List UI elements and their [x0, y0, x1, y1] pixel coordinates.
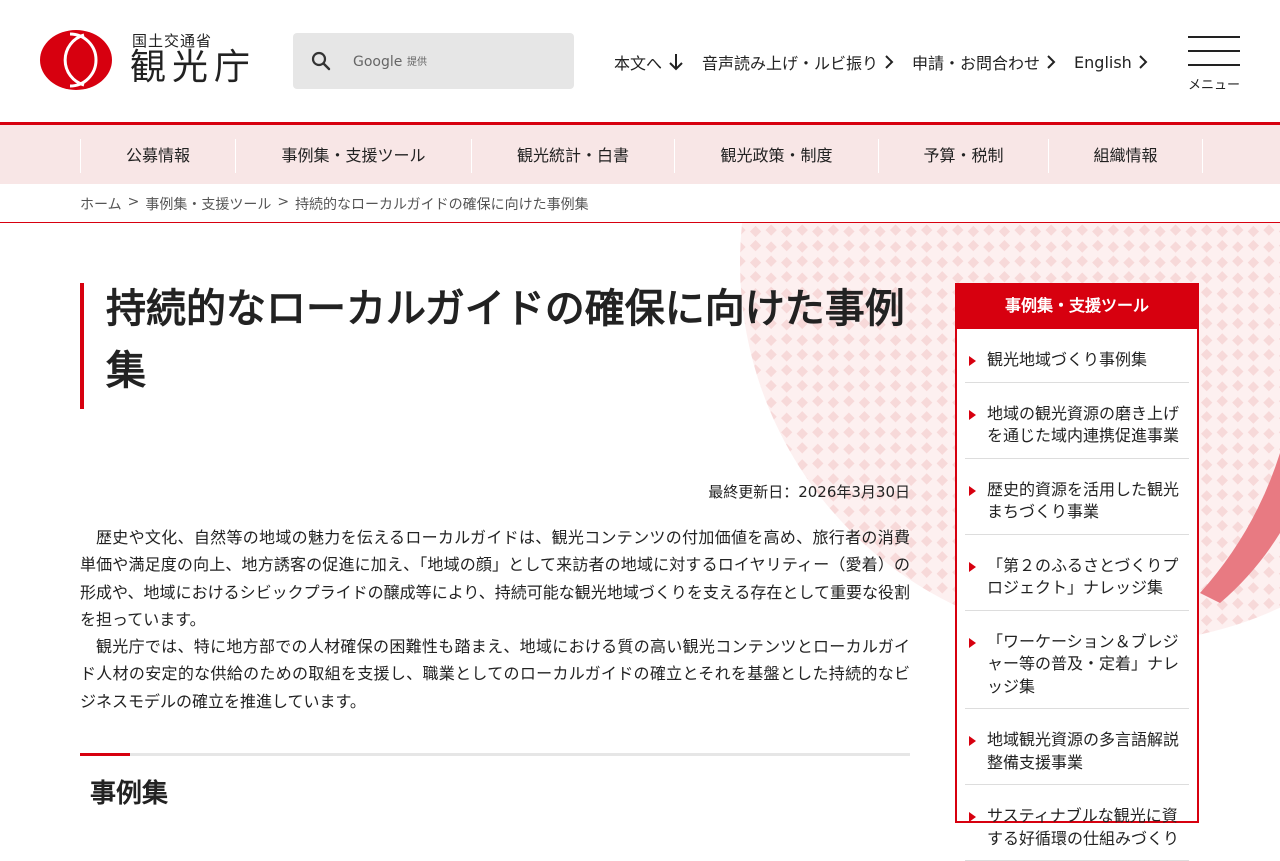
- nav-item-case-studies[interactable]: 事例集・支援ツール: [235, 139, 471, 173]
- triangle-right-icon: [969, 561, 976, 572]
- site-header: 国土交通省 観光庁 提供 本文へ 音声読み上げ・ルビ振り 申請・お問合わせ En…: [0, 0, 1280, 122]
- nav-item-statistics[interactable]: 観光統計・白書: [471, 139, 674, 173]
- site-search: 提供: [293, 33, 574, 89]
- agency-name: 観光庁: [130, 47, 257, 88]
- search-provider-label: 提供: [407, 57, 427, 68]
- last-updated: 最終更新日：2026年3月30日: [708, 483, 910, 501]
- triangle-right-icon: [969, 736, 976, 746]
- arrow-down-icon: [669, 54, 683, 71]
- intro-paragraph: 観光庁では、特に地方部での人材確保の困難性も踏まえ、地域における質の高い観光コン…: [80, 637, 910, 711]
- site-logo[interactable]: 国土交通省 観光庁: [40, 30, 260, 92]
- page-title: 持続的なローカルガイドの確保に向けた事例集: [106, 286, 905, 394]
- chevron-right-icon: [885, 55, 894, 69]
- text-to-speech-link[interactable]: 音声読み上げ・ルビ振り: [702, 50, 894, 74]
- triangle-right-icon: [969, 637, 976, 648]
- nav-item-budget[interactable]: 予算・税制: [878, 139, 1048, 173]
- sidebar-item[interactable]: 観光地域づくり事例集: [965, 329, 1189, 383]
- utility-nav: 本文へ 音声読み上げ・ルビ振り 申請・お問合わせ English: [614, 50, 1148, 74]
- breadcrumb-case-studies[interactable]: 事例集・支援ツール: [145, 194, 271, 214]
- main-nav: 公募情報 事例集・支援ツール 観光統計・白書 観光政策・制度 予算・税制 組織情…: [0, 122, 1280, 184]
- triangle-right-icon: [969, 485, 976, 496]
- chevron-right-icon: [1047, 55, 1056, 69]
- triangle-right-icon: [969, 356, 976, 366]
- application-contact-link[interactable]: 申請・お問合わせ: [912, 50, 1056, 74]
- triangle-right-icon: [969, 409, 976, 420]
- skip-to-content-link[interactable]: 本文へ: [614, 50, 684, 74]
- section-divider-accent: [80, 753, 130, 756]
- breadcrumb-separator: >: [277, 194, 290, 210]
- sidebar-item[interactable]: サスティナブルな観光に資する好循環の仕組みづくり: [965, 785, 1189, 861]
- breadcrumb-current: 持続的なローカルガイドの確保に向けた事例集: [295, 197, 589, 213]
- sidebar-list: 観光地域づくり事例集 地域の観光資源の磨き上げを通じた域内連携促進事業 歴史的資…: [965, 329, 1189, 861]
- sidebar-item[interactable]: 地域観光資源の多言語解説整備支援事業: [965, 709, 1189, 785]
- breadcrumb-home[interactable]: ホーム: [80, 194, 122, 214]
- menu-button[interactable]: メニュー: [1188, 36, 1240, 96]
- sidebar-item[interactable]: 「ワーケーション＆ブレジャー等の普及・定着」ナレッジ集: [965, 611, 1189, 709]
- nav-item-policy[interactable]: 観光政策・制度: [674, 139, 878, 173]
- intro-text: 歴史や文化、自然等の地域の魅力を伝えるローカルガイドは、観光コンテンツの付加価値…: [80, 524, 910, 715]
- sidebar-heading[interactable]: 事例集・支援ツール: [955, 283, 1199, 329]
- nav-item-organization[interactable]: 組織情報: [1048, 139, 1203, 173]
- logo-mark-icon: [40, 30, 112, 90]
- sidebar: 事例集・支援ツール 観光地域づくり事例集 地域の観光資源の磨き上げを通じた域内連…: [955, 283, 1199, 861]
- sidebar-item[interactable]: 歴史的資源を活用した観光まちづくり事業: [965, 459, 1189, 535]
- search-input[interactable]: [351, 47, 565, 77]
- chevron-right-icon: [1139, 55, 1148, 69]
- breadcrumb: ホーム > 事例集・支援ツール > 持続的なローカルガイドの確保に向けた事例集: [80, 194, 589, 214]
- menu-label: メニュー: [1188, 78, 1241, 93]
- nav-item-public-offering[interactable]: 公募情報: [80, 139, 235, 173]
- section-divider: [80, 753, 910, 756]
- english-link[interactable]: English: [1074, 50, 1148, 74]
- intro-paragraph: 歴史や文化、自然等の地域の魅力を伝えるローカルガイドは、観光コンテンツの付加価値…: [80, 528, 910, 629]
- search-icon[interactable]: [311, 51, 331, 71]
- hamburger-icon: [1188, 36, 1240, 38]
- triangle-right-icon: [969, 812, 976, 822]
- title-accent-bar: [80, 283, 84, 409]
- section-title: 事例集: [90, 779, 169, 809]
- sidebar-item[interactable]: 「第２のふるさとづくりプロジェクト」ナレッジ集: [965, 535, 1189, 611]
- breadcrumb-separator: >: [127, 194, 140, 210]
- sidebar-item[interactable]: 地域の観光資源の磨き上げを通じた域内連携促進事業: [965, 383, 1189, 459]
